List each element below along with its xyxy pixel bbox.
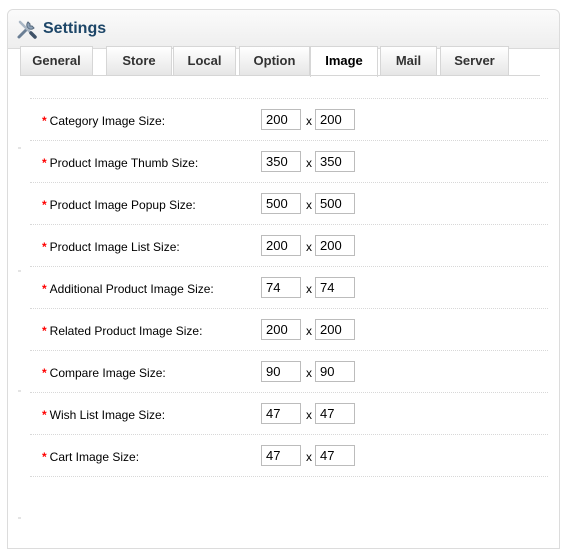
thumb-height-input[interactable] xyxy=(315,151,355,172)
field-label: * Cart Image Size: xyxy=(42,450,140,464)
form-row-related: *Related Product Image Size: x xyxy=(30,309,548,351)
tab-image[interactable]: Image xyxy=(310,46,378,77)
field-label: * Additional Product Image Size: xyxy=(42,282,214,296)
field-label: * Wish List Image Size: xyxy=(42,408,166,422)
tab-server[interactable]: Server xyxy=(440,46,509,75)
form-row-wishlist: *Wish List Image Size: x xyxy=(30,393,548,435)
tab-general[interactable]: General xyxy=(20,46,93,75)
tab-mail[interactable]: Mail xyxy=(380,46,437,75)
related-height-input[interactable] xyxy=(315,319,355,340)
list-width-input[interactable] xyxy=(261,235,301,256)
required-marker: * xyxy=(42,324,47,338)
size-separator: x xyxy=(306,156,312,170)
size-separator: x xyxy=(306,240,312,254)
size-separator: x xyxy=(306,282,312,296)
related-width-input[interactable] xyxy=(261,319,301,340)
form-row-list: *Product Image List Size: x xyxy=(30,225,548,267)
field-label: * Category Image Size: xyxy=(42,114,166,128)
field-label: * Product Image List Size: xyxy=(42,240,180,254)
required-marker: * xyxy=(42,282,47,296)
required-marker: * xyxy=(42,240,47,254)
size-separator: x xyxy=(306,324,312,338)
form-row-thumb: *Product Image Thumb Size: x xyxy=(30,141,548,183)
required-marker: * xyxy=(42,198,47,212)
category-width-input[interactable] xyxy=(261,109,301,130)
additional-width-input[interactable] xyxy=(261,277,301,298)
tab-store[interactable]: Store xyxy=(106,46,172,75)
required-marker: * xyxy=(42,408,47,422)
image-size-form: *Category Image Size: x *Product Image T… xyxy=(30,98,548,477)
list-height-input[interactable] xyxy=(315,235,355,256)
decorative-dot xyxy=(18,270,21,272)
thumb-width-input[interactable] xyxy=(261,151,301,172)
required-marker: * xyxy=(42,156,47,170)
tab-local[interactable]: Local xyxy=(173,46,236,75)
field-label: * Related Product Image Size: xyxy=(42,324,203,338)
decorative-dot xyxy=(18,147,21,149)
required-marker: * xyxy=(42,450,47,464)
page-title: Settings xyxy=(43,20,107,37)
required-marker: * xyxy=(42,366,47,380)
tab-option[interactable]: Option xyxy=(239,46,310,75)
additional-height-input[interactable] xyxy=(315,277,355,298)
tab-divider xyxy=(20,75,540,76)
decorative-dot xyxy=(18,390,21,392)
form-row-additional: *Additional Product Image Size: x xyxy=(30,267,548,309)
field-label: * Compare Image Size: xyxy=(42,366,166,380)
wishlist-height-input[interactable] xyxy=(315,403,355,424)
cart-width-input[interactable] xyxy=(261,445,301,466)
form-row-popup: *Product Image Popup Size: x xyxy=(30,183,548,225)
compare-width-input[interactable] xyxy=(261,361,301,382)
popup-width-input[interactable] xyxy=(261,193,301,214)
popup-height-input[interactable] xyxy=(315,193,355,214)
form-row-category: *Category Image Size: x xyxy=(30,98,548,141)
size-separator: x xyxy=(306,450,312,464)
field-label: * Product Image Thumb Size: xyxy=(42,156,199,170)
compare-height-input[interactable] xyxy=(315,361,355,382)
size-separator: x xyxy=(306,408,312,422)
tools-icon xyxy=(17,20,37,39)
field-label: * Product Image Popup Size: xyxy=(42,198,196,212)
form-row-compare: *Compare Image Size: x xyxy=(30,351,548,393)
size-separator: x xyxy=(306,198,312,212)
size-separator: x xyxy=(306,366,312,380)
size-separator: x xyxy=(306,114,312,128)
panel-header: Settings xyxy=(8,10,559,49)
wishlist-width-input[interactable] xyxy=(261,403,301,424)
required-marker: * xyxy=(42,114,47,128)
category-height-input[interactable] xyxy=(315,109,355,130)
decorative-dot xyxy=(18,517,21,519)
cart-height-input[interactable] xyxy=(315,445,355,466)
form-row-cart: *Cart Image Size: x xyxy=(30,435,548,477)
